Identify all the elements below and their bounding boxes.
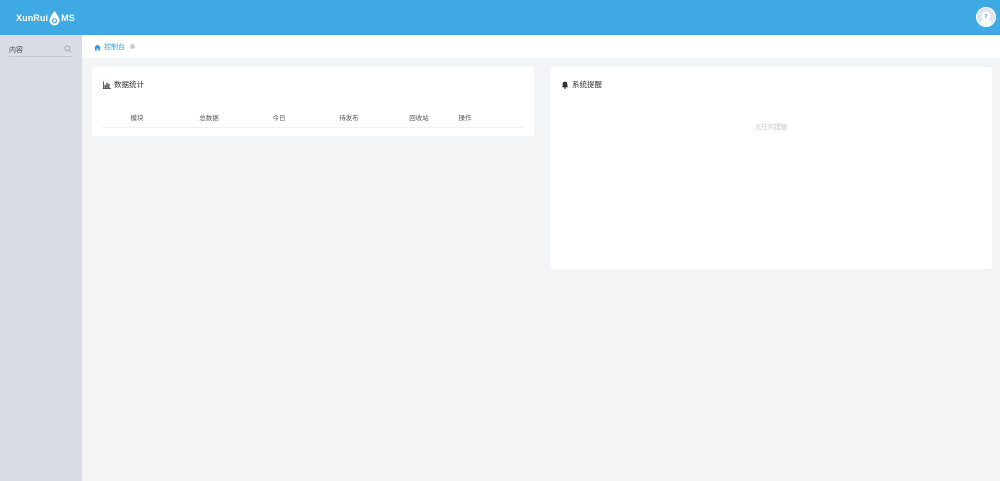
notice-panel-title: 系统提醒 bbox=[561, 79, 602, 90]
breadcrumb-home-link[interactable]: 控制台 bbox=[94, 42, 125, 52]
breadcrumb-circle-icon bbox=[130, 44, 135, 49]
logo-drop-icon bbox=[49, 10, 60, 25]
svg-text:?: ? bbox=[984, 13, 988, 20]
column-header-actions: 操作 bbox=[458, 114, 472, 122]
breadcrumb: 控制台 bbox=[82, 35, 1000, 58]
sidebar bbox=[0, 35, 82, 481]
logo-text-right: MS bbox=[61, 13, 75, 23]
sidebar-search bbox=[9, 42, 72, 57]
top-header: XunRui MS ? bbox=[0, 0, 1000, 35]
column-header-total: 总数据 bbox=[199, 114, 219, 122]
stats-panel: 数据统计 模块 总数据 今日 待发布 回收站 操作 bbox=[92, 67, 534, 136]
avatar-question-icon: ? bbox=[977, 8, 995, 26]
search-icon[interactable] bbox=[64, 45, 72, 53]
stats-title-text: 数据统计 bbox=[114, 80, 144, 89]
empty-notice-text: 无任何提醒 bbox=[754, 123, 788, 131]
logo[interactable]: XunRui MS bbox=[16, 9, 75, 27]
column-header-today: 今日 bbox=[272, 114, 286, 122]
notice-title-text: 系统提醒 bbox=[572, 80, 602, 89]
stats-panel-title: 数据统计 bbox=[103, 79, 144, 90]
bell-icon bbox=[561, 81, 569, 89]
user-avatar[interactable]: ? bbox=[976, 7, 996, 27]
column-header-recycle: 回收站 bbox=[409, 114, 429, 122]
logo-text-left: XunRui bbox=[16, 13, 49, 23]
stats-table-header: 模块 总数据 今日 待发布 回收站 操作 bbox=[102, 111, 524, 128]
home-icon bbox=[94, 43, 101, 51]
sidebar-search-input[interactable] bbox=[9, 44, 59, 55]
notice-panel: 系统提醒 无任何提醒 bbox=[550, 67, 992, 269]
column-header-module: 模块 bbox=[130, 114, 144, 122]
column-header-pending: 待发布 bbox=[339, 114, 359, 122]
breadcrumb-label: 控制台 bbox=[104, 43, 125, 51]
bar-chart-icon bbox=[103, 81, 111, 89]
